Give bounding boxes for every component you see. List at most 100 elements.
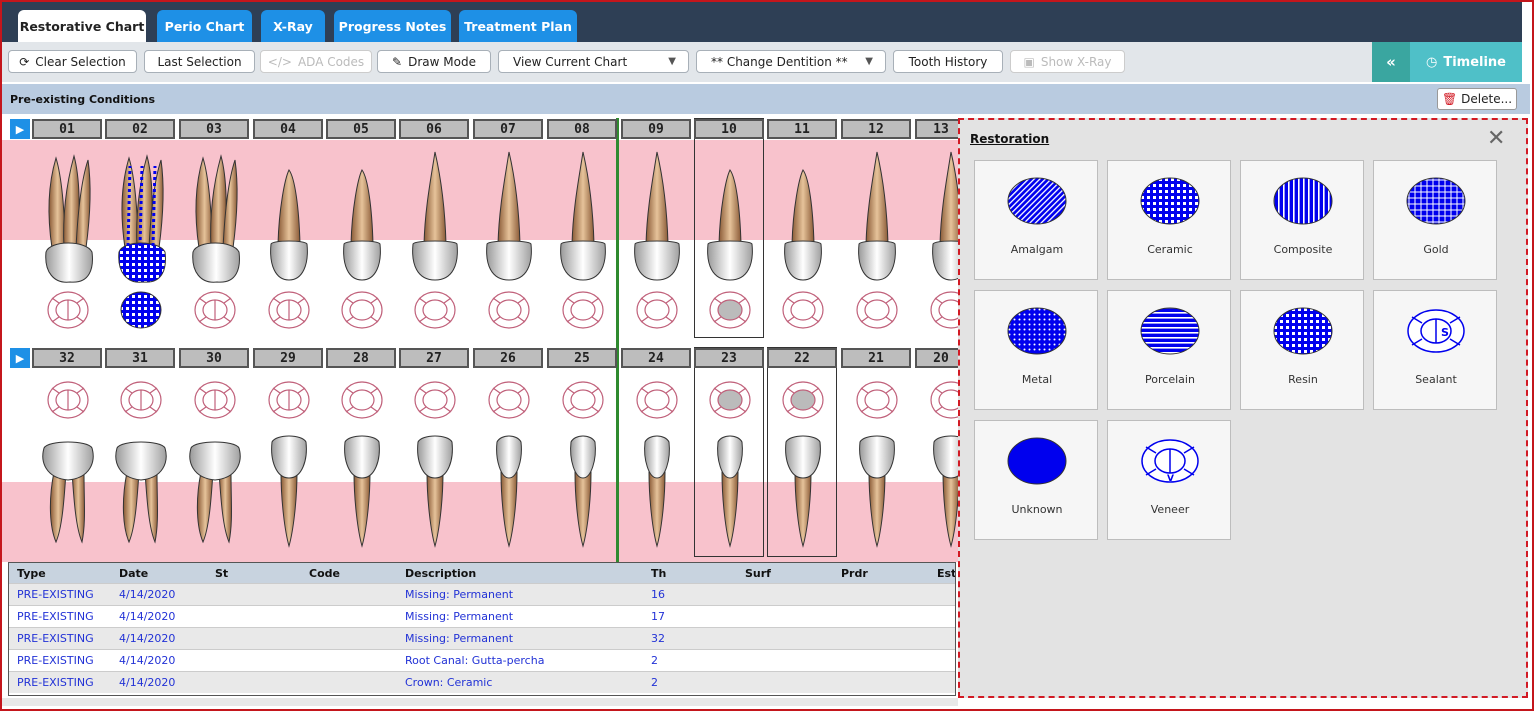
- tooth-28[interactable]: [334, 432, 390, 552]
- tooth-09[interactable]: [629, 148, 685, 298]
- table-row[interactable]: PRE-EXISTING 4/14/2020 Missing: Permanent 1…: [9, 583, 955, 605]
- col-type[interactable]: Type: [17, 567, 46, 580]
- tooth-23[interactable]: [702, 432, 758, 552]
- occlusal-surface-09[interactable]: [635, 288, 679, 332]
- material-amalgam-button[interactable]: Amalgam: [974, 160, 1098, 280]
- tooth-number-25[interactable]: 25: [547, 348, 617, 368]
- col-surface[interactable]: Surf: [745, 567, 771, 580]
- tooth-20[interactable]: [923, 432, 958, 552]
- tooth-10[interactable]: [702, 148, 758, 298]
- table-row[interactable]: PRE-EXISTING 4/14/2020 Crown: Ceramic 2: [9, 671, 955, 693]
- tooth-30[interactable]: [187, 432, 243, 552]
- tooth-06[interactable]: [407, 148, 463, 298]
- tooth-03[interactable]: [187, 148, 243, 298]
- tooth-number-01[interactable]: 01: [32, 119, 102, 139]
- occlusal-surface-22[interactable]: [781, 378, 825, 422]
- occlusal-surface-25[interactable]: [561, 378, 605, 422]
- tooth-07[interactable]: [481, 148, 537, 298]
- occlusal-surface-32[interactable]: [46, 378, 90, 422]
- occlusal-surface-04[interactable]: [267, 288, 311, 332]
- ada-codes-button[interactable]: </> ADA Codes: [260, 50, 372, 73]
- tooth-number-21[interactable]: 21: [841, 348, 911, 368]
- tooth-chart[interactable]: ▶ ▶ 01 02 03 04 05 06 07 08 09 10 11 12 13 32 31 30 29 2…: [2, 114, 958, 562]
- tooth-22[interactable]: [775, 432, 831, 552]
- tooth-29[interactable]: [261, 432, 317, 552]
- tooth-number-04[interactable]: 04: [253, 119, 323, 139]
- tooth-05[interactable]: [334, 148, 390, 298]
- tooth-13[interactable]: [923, 148, 958, 298]
- tooth-number-30[interactable]: 30: [179, 348, 249, 368]
- tooth-number-03[interactable]: 03: [179, 119, 249, 139]
- material-sealant-button[interactable]: S Sealant: [1373, 290, 1497, 410]
- last-selection-button[interactable]: Last Selection: [144, 50, 255, 73]
- view-chart-select[interactable]: View Current Chart ▼: [498, 50, 689, 73]
- tooth-number-26[interactable]: 26: [473, 348, 543, 368]
- tooth-02[interactable]: [113, 148, 169, 298]
- delete-button[interactable]: 🗑 Delete...: [1437, 88, 1517, 110]
- tooth-number-06[interactable]: 06: [399, 119, 469, 139]
- col-estimate[interactable]: Est: [937, 567, 955, 580]
- tooth-21[interactable]: [849, 432, 905, 552]
- play-upper-icon[interactable]: ▶: [10, 119, 30, 139]
- tab-restorative-chart[interactable]: Restorative Chart: [18, 10, 146, 43]
- occlusal-surface-13[interactable]: [929, 288, 958, 332]
- tooth-26[interactable]: [481, 432, 537, 552]
- tooth-31[interactable]: [113, 432, 169, 552]
- occlusal-surface-10[interactable]: [708, 288, 752, 332]
- tab-xray[interactable]: X-Ray: [261, 10, 325, 43]
- tooth-04[interactable]: [261, 148, 317, 298]
- tab-treatment-plan[interactable]: Treatment Plan: [459, 10, 577, 43]
- occlusal-surface-24[interactable]: [635, 378, 679, 422]
- occlusal-surface-30[interactable]: [193, 378, 237, 422]
- tooth-08[interactable]: [555, 148, 611, 298]
- draw-mode-button[interactable]: ✎ Draw Mode: [377, 50, 491, 73]
- tooth-history-button[interactable]: Tooth History: [893, 50, 1003, 73]
- collapse-button[interactable]: «: [1372, 42, 1410, 82]
- occlusal-surface-23[interactable]: [708, 378, 752, 422]
- material-composite-button[interactable]: Composite: [1240, 160, 1364, 280]
- timeline-button[interactable]: ◷ Timeline: [1410, 42, 1522, 82]
- occlusal-surface-11[interactable]: [781, 288, 825, 332]
- tooth-number-10[interactable]: 10: [694, 119, 764, 139]
- occlusal-surface-26[interactable]: [487, 378, 531, 422]
- tooth-number-11[interactable]: 11: [767, 119, 837, 139]
- play-lower-icon[interactable]: ▶: [10, 348, 30, 368]
- tooth-number-12[interactable]: 12: [841, 119, 911, 139]
- tooth-01[interactable]: [40, 148, 96, 298]
- tooth-number-20[interactable]: 20: [915, 348, 958, 368]
- horizontal-scrollbar[interactable]: [2, 698, 958, 706]
- tooth-number-09[interactable]: 09: [621, 119, 691, 139]
- tooth-number-02[interactable]: 02: [105, 119, 175, 139]
- occlusal-surface-05[interactable]: [340, 288, 384, 332]
- tooth-number-32[interactable]: 32: [32, 348, 102, 368]
- tooth-12[interactable]: [849, 148, 905, 298]
- tooth-number-05[interactable]: 05: [326, 119, 396, 139]
- tooth-number-08[interactable]: 08: [547, 119, 617, 139]
- occlusal-surface-28[interactable]: [340, 378, 384, 422]
- tooth-11[interactable]: [775, 148, 831, 298]
- material-unknown-button[interactable]: Unknown: [974, 420, 1098, 540]
- occlusal-surface-29[interactable]: [267, 378, 311, 422]
- occlusal-surface-06[interactable]: [413, 288, 457, 332]
- tooth-number-13[interactable]: 13: [915, 119, 958, 139]
- tooth-number-29[interactable]: 29: [253, 348, 323, 368]
- dentition-select[interactable]: ** Change Dentition ** ▼: [696, 50, 886, 73]
- occlusal-surface-08[interactable]: [561, 288, 605, 332]
- material-porcelain-button[interactable]: Porcelain: [1107, 290, 1231, 410]
- tab-perio-chart[interactable]: Perio Chart: [157, 10, 252, 43]
- tooth-number-28[interactable]: 28: [326, 348, 396, 368]
- col-provider[interactable]: Prdr: [841, 567, 868, 580]
- tab-progress-notes[interactable]: Progress Notes: [334, 10, 451, 43]
- tooth-27[interactable]: [407, 432, 463, 552]
- tooth-number-24[interactable]: 24: [621, 348, 691, 368]
- tooth-number-22[interactable]: 22: [767, 348, 837, 368]
- close-icon[interactable]: ✕: [1487, 126, 1505, 151]
- tooth-number-07[interactable]: 07: [473, 119, 543, 139]
- tooth-32[interactable]: [40, 432, 96, 552]
- occlusal-surface-20[interactable]: [929, 378, 958, 422]
- material-ceramic-button[interactable]: Ceramic: [1107, 160, 1231, 280]
- col-tooth[interactable]: Th: [651, 567, 666, 580]
- occlusal-surface-12[interactable]: [855, 288, 899, 332]
- tooth-25[interactable]: [555, 432, 611, 552]
- table-row[interactable]: PRE-EXISTING 4/14/2020 Missing: Permanent 3…: [9, 627, 955, 649]
